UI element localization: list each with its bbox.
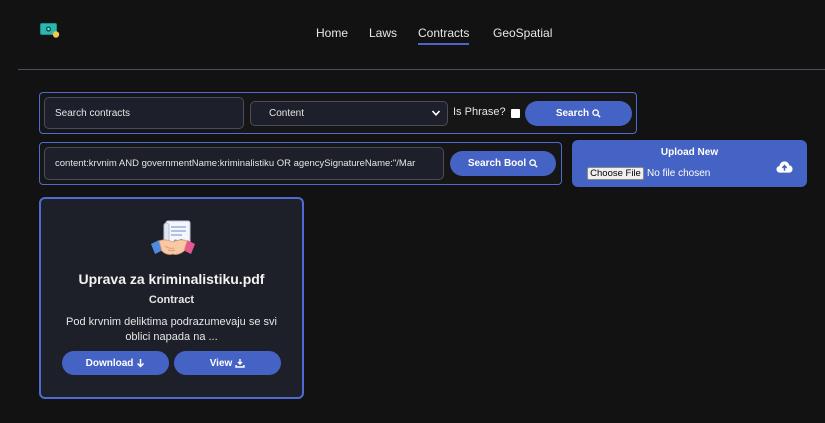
search-button[interactable]: Search <box>525 101 632 126</box>
bool-query-input[interactable]: content:krvnim AND governmentName:krimin… <box>44 147 444 180</box>
handshake-contract-icon <box>151 220 195 255</box>
header-divider <box>18 69 825 70</box>
search-field-select[interactable]: Content <box>250 101 448 126</box>
select-value: Content <box>269 108 305 119</box>
search-input[interactable]: Search contracts <box>44 97 244 129</box>
search-icon <box>529 159 538 168</box>
arrow-down-icon <box>137 359 145 368</box>
download-button[interactable]: Download <box>62 351 169 375</box>
upload-title: Upload New <box>660 147 719 158</box>
search-bool-label: Search Bool <box>467 158 527 169</box>
upload-panel: Upload New Choose File No file chosen <box>572 140 807 187</box>
search-icon <box>592 109 601 118</box>
nav-geospatial[interactable]: GeoSpatial <box>493 26 552 40</box>
view-label: View <box>209 357 233 369</box>
nav-contracts[interactable]: Contracts <box>418 26 470 45</box>
search-panel: Search contracts Content Is Phrase? Sear… <box>39 92 637 134</box>
card-type: Contract <box>148 294 195 306</box>
card-title: Uprava za kriminalistiku.pdf <box>78 271 265 287</box>
view-button[interactable]: View <box>174 351 281 375</box>
contract-card[interactable]: Uprava za kriminalistiku.pdf Contract Po… <box>39 197 304 399</box>
search-button-label: Search <box>555 108 590 119</box>
is-phrase-checkbox[interactable] <box>511 109 520 118</box>
logo-icon[interactable] <box>40 22 60 38</box>
nav-laws[interactable]: Laws <box>369 26 397 40</box>
cloud-upload-icon[interactable] <box>776 160 793 174</box>
nav-home[interactable]: Home <box>316 26 348 40</box>
choose-file-button[interactable]: Choose File <box>587 167 644 180</box>
chevron-down-icon <box>431 110 441 116</box>
download-label: Download <box>85 357 134 369</box>
bool-search-panel: content:krvnim AND governmentName:krimin… <box>39 142 562 185</box>
is-phrase-label: Is Phrase? <box>453 106 506 118</box>
download-tray-icon <box>235 359 245 368</box>
bool-query-value: content:krvnim AND governmentName:krimin… <box>55 158 416 169</box>
file-status: No file chosen <box>647 168 711 179</box>
card-description: Pod krvnim deliktima podrazumevaju se sv… <box>66 316 277 343</box>
search-input-placeholder: Search contracts <box>55 107 131 119</box>
search-bool-button[interactable]: Search Bool <box>450 151 556 176</box>
